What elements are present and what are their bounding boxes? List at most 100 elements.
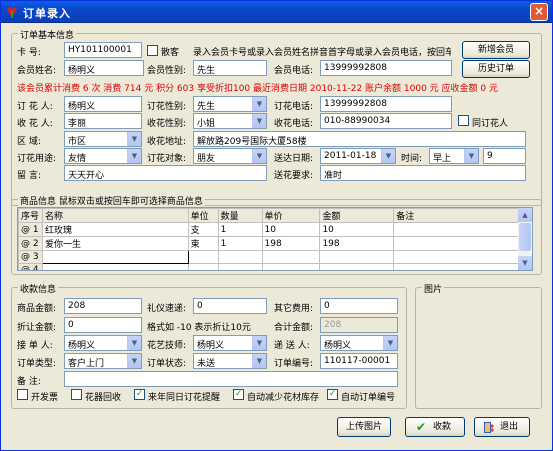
table-cell[interactable]: 支 <box>187 222 219 237</box>
chevron-down-icon[interactable]: ▼ <box>127 149 141 163</box>
time-hour-input[interactable]: 9 <box>483 148 526 164</box>
chevron-down-icon[interactable]: ▼ <box>464 149 478 163</box>
taker-select[interactable]: 杨明义 ▼ <box>64 335 142 351</box>
table-cell[interactable] <box>393 250 520 264</box>
scroll-thumb[interactable] <box>519 223 531 251</box>
order-type-select[interactable]: 客户上门 ▼ <box>64 353 142 369</box>
col-header[interactable]: 名称 <box>41 208 189 223</box>
order-no-input[interactable]: 110117-00001 <box>320 353 398 369</box>
area-select[interactable]: 市区 ▼ <box>64 131 142 147</box>
vase-recycle-checkbox[interactable] <box>71 389 82 400</box>
scroll-up-icon[interactable]: ▲ <box>518 208 532 222</box>
table-cell[interactable] <box>393 263 520 270</box>
chevron-down-icon[interactable]: ▼ <box>252 149 266 163</box>
scroll-down-icon[interactable]: ▼ <box>518 256 532 270</box>
message-input[interactable]: 天天开心 <box>64 165 267 181</box>
table-cell[interactable] <box>187 250 219 264</box>
col-header[interactable]: 单位 <box>187 208 219 223</box>
table-cell[interactable] <box>217 250 263 264</box>
table-cell[interactable]: 1 <box>217 236 263 251</box>
ceremony-input[interactable]: 0 <box>193 298 267 314</box>
table-cell[interactable] <box>261 250 321 264</box>
table-cell[interactable]: 198 <box>261 236 321 251</box>
table-cell-editing[interactable] <box>41 250 189 264</box>
member-gender-input[interactable]: 先生 <box>193 60 267 76</box>
chevron-down-icon[interactable]: ▼ <box>383 336 397 350</box>
col-header[interactable]: 备注 <box>393 208 520 223</box>
chevron-down-icon[interactable]: ▼ <box>252 97 266 111</box>
table-cell[interactable] <box>319 263 395 270</box>
table-cell[interactable] <box>217 263 263 270</box>
table-cell[interactable] <box>261 263 321 270</box>
table-cell[interactable] <box>393 222 520 237</box>
orderer-phone-input[interactable]: 13999992808 <box>320 96 452 112</box>
auto-order-no-checkbox[interactable]: ✓ <box>327 389 338 400</box>
receive-payment-button[interactable]: ✔ 收款 <box>405 417 465 437</box>
same-as-orderer-checkbox[interactable] <box>458 115 469 126</box>
col-header[interactable]: 序号 <box>18 208 43 223</box>
receiver-phone-input[interactable]: 010-88990034 <box>320 113 452 129</box>
table-cell[interactable]: 1 <box>217 222 263 237</box>
invoice-checkbox[interactable] <box>17 389 28 400</box>
note-input[interactable] <box>64 371 398 387</box>
table-cell[interactable]: @ 4 <box>18 263 43 270</box>
use-select[interactable]: 友情 ▼ <box>64 148 142 164</box>
table-cell[interactable]: @ 2 <box>18 236 43 251</box>
discount-input[interactable]: 0 <box>64 317 142 333</box>
date-picker[interactable]: 2011-01-18 ▼ <box>320 148 396 164</box>
table-cell[interactable] <box>41 263 189 270</box>
receiver-input[interactable]: 李丽 <box>64 113 142 129</box>
florist-select[interactable]: 杨明义 ▼ <box>193 335 267 351</box>
col-header[interactable]: 单价 <box>261 208 321 223</box>
chevron-down-icon[interactable]: ▼ <box>252 114 266 128</box>
history-orders-button[interactable]: 历史订单 <box>462 60 530 78</box>
walkin-checkbox[interactable] <box>147 45 158 56</box>
new-member-button[interactable]: 新增会员 <box>462 41 530 59</box>
target-select[interactable]: 朋友 ▼ <box>193 148 267 164</box>
table-cell[interactable]: 红玫瑰 <box>41 222 189 237</box>
time-select[interactable]: 早上 ▼ <box>429 148 479 164</box>
auto-stock-checkbox[interactable]: ✓ <box>233 389 244 400</box>
table-cell[interactable] <box>319 250 395 264</box>
table-cell[interactable]: 爱你一生 <box>41 236 189 251</box>
table-cell[interactable]: 束 <box>187 236 219 251</box>
member-phone-input[interactable]: 13999992808 <box>320 60 452 76</box>
chevron-down-icon[interactable]: ▼ <box>252 336 266 350</box>
table-cell[interactable]: 10 <box>261 222 321 237</box>
close-button[interactable]: × <box>530 3 548 21</box>
table-row[interactable]: @ 2 爱你一生 束 1 198 198 <box>18 236 520 251</box>
col-header[interactable]: 数量 <box>217 208 263 223</box>
goods-amount-input[interactable]: 208 <box>64 298 142 314</box>
requirement-input[interactable]: 准时 <box>320 165 526 181</box>
orderer-input[interactable]: 杨明义 <box>64 96 142 112</box>
goods-scrollbar[interactable]: ▲ ▼ <box>518 208 532 270</box>
upload-picture-button[interactable]: 上传图片 <box>337 417 391 437</box>
table-cell[interactable]: @ 1 <box>18 222 43 237</box>
goods-table[interactable]: 序号 名称 单位 数量 单价 金额 备注 @ 1 红玫瑰 支 1 10 10 @… <box>17 207 533 271</box>
table-row[interactable]: @ 3 <box>18 250 520 264</box>
member-name-input[interactable]: 杨明义 <box>64 60 144 76</box>
chevron-down-icon[interactable]: ▼ <box>127 132 141 146</box>
exit-button[interactable]: 退出 <box>474 417 530 437</box>
orderer-gender-select[interactable]: 先生 ▼ <box>193 96 267 112</box>
order-status-select[interactable]: 未送 ▼ <box>193 353 267 369</box>
address-input[interactable]: 解放路209号国际大厦58楼 <box>193 131 526 147</box>
receiver-gender-select[interactable]: 小姐 ▼ <box>193 113 267 129</box>
sender-select[interactable]: 杨明义 ▼ <box>320 335 398 351</box>
col-header[interactable]: 金额 <box>319 208 395 223</box>
table-cell[interactable] <box>393 236 520 251</box>
table-cell[interactable]: @ 3 <box>18 250 43 264</box>
table-cell[interactable]: 10 <box>319 222 395 237</box>
table-row[interactable]: @ 1 红玫瑰 支 1 10 10 <box>18 222 520 237</box>
card-input[interactable]: HY101100001 <box>64 42 142 58</box>
receive-payment-label: 收款 <box>432 422 451 432</box>
table-cell[interactable] <box>187 263 219 270</box>
other-fee-input[interactable]: 0 <box>320 298 398 314</box>
chevron-down-icon[interactable]: ▼ <box>381 149 395 163</box>
table-row[interactable]: @ 4 <box>18 263 520 270</box>
chevron-down-icon[interactable]: ▼ <box>127 354 141 368</box>
chevron-down-icon[interactable]: ▼ <box>127 336 141 350</box>
table-cell[interactable]: 198 <box>319 236 395 251</box>
chevron-down-icon[interactable]: ▼ <box>252 354 266 368</box>
next-year-reminder-checkbox[interactable]: ✓ <box>134 389 145 400</box>
